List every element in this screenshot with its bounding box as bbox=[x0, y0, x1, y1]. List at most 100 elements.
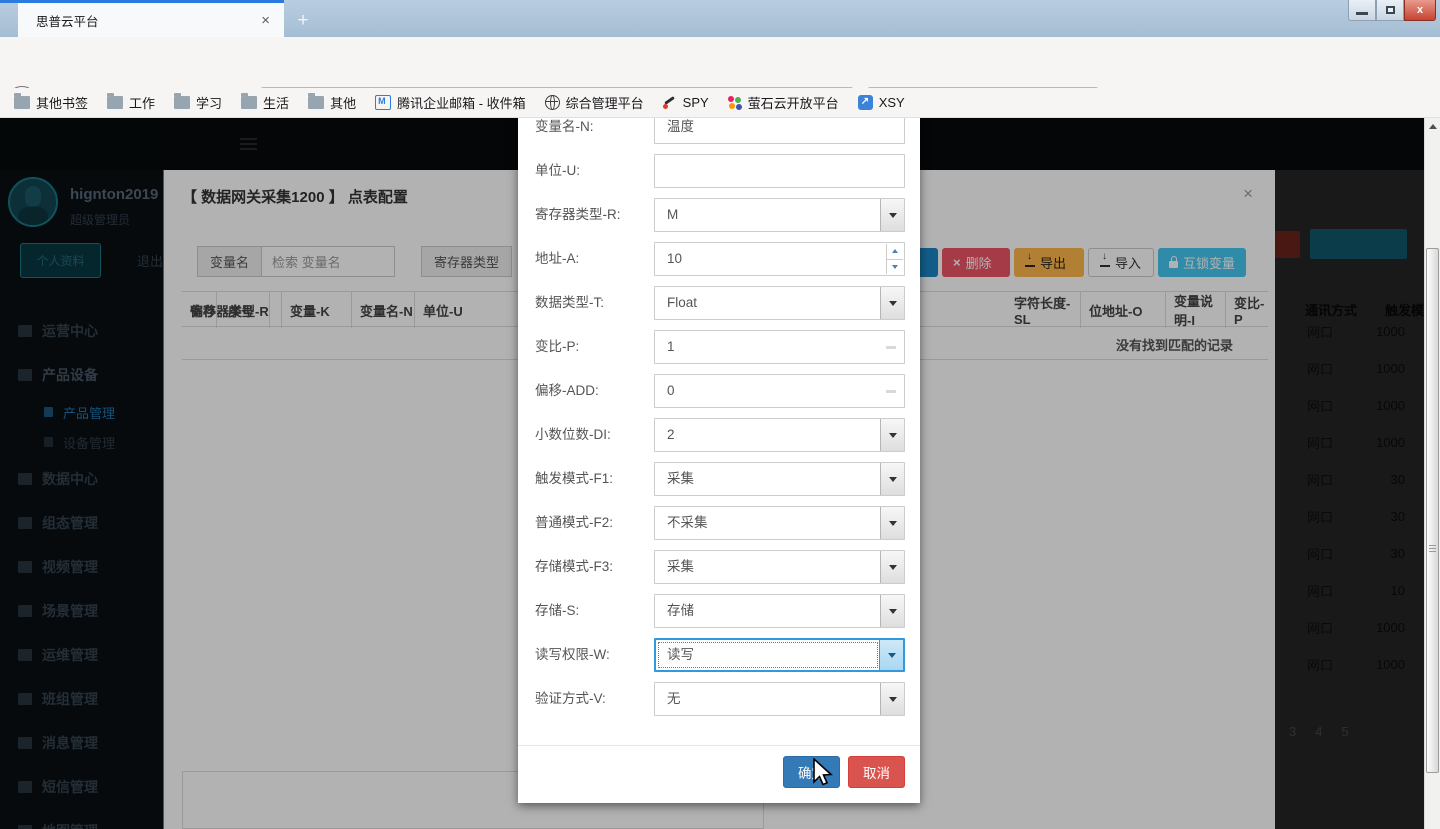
bookmark-item[interactable]: 其他 bbox=[308, 93, 356, 112]
dropdown-arrow-button[interactable] bbox=[880, 199, 904, 231]
menu-item-label: 短信管理 bbox=[42, 777, 98, 797]
dropdown-arrow-button[interactable] bbox=[880, 683, 904, 715]
dropdown-arrow-button[interactable] bbox=[880, 551, 904, 583]
table-row[interactable]: 网口 1000 bbox=[1275, 609, 1424, 646]
form-field-row: 触发模式-F1: 采集 bbox=[535, 462, 905, 496]
dropdown-arrow-button[interactable] bbox=[880, 463, 904, 495]
table-row[interactable]: 网口 30 bbox=[1275, 535, 1424, 572]
close-button[interactable]: x bbox=[1404, 0, 1436, 21]
bookmark-item[interactable]: 学习 bbox=[174, 93, 222, 112]
sidebar-logo-area bbox=[0, 118, 163, 170]
table-row[interactable]: 网口 10 bbox=[1275, 572, 1424, 609]
form-field-row: 数据类型-T: Float bbox=[535, 286, 905, 320]
bookmark-label: 萤石云开放平台 bbox=[748, 93, 839, 112]
pagination-page[interactable]: 4 bbox=[1315, 724, 1322, 739]
table-row[interactable]: 网口 1000 bbox=[1275, 350, 1424, 387]
field-control[interactable]: 不采集 bbox=[654, 506, 905, 540]
field-control[interactable]: 无 bbox=[654, 682, 905, 716]
sidebar-menu-item[interactable]: 组态管理 bbox=[0, 501, 163, 545]
bookmark-icon bbox=[174, 96, 190, 109]
sidebar-menu-item[interactable]: 地图管理 bbox=[0, 809, 163, 829]
table-row[interactable]: 网口 1000 bbox=[1275, 313, 1424, 350]
logout-button[interactable]: 退出 bbox=[137, 251, 163, 270]
field-control[interactable]: 10 bbox=[654, 242, 905, 276]
profile-button[interactable]: 个人资料 bbox=[20, 243, 101, 278]
bookmark-item[interactable]: 工作 bbox=[107, 93, 155, 112]
pagination-page[interactable]: 5 bbox=[1341, 724, 1348, 739]
dropdown-arrow-button[interactable] bbox=[880, 595, 904, 627]
table-row[interactable]: 网口 1000 bbox=[1275, 387, 1424, 424]
connection-type-cell: 网口 bbox=[1307, 396, 1347, 415]
menu-item-icon bbox=[44, 437, 53, 447]
sidebar-menu-item[interactable]: 设备管理 bbox=[0, 427, 163, 457]
bookmark-item[interactable]: 综合管理平台 bbox=[545, 93, 644, 112]
bookmark-label: 腾讯企业邮箱 - 收件箱 bbox=[397, 93, 526, 112]
field-control[interactable]: 温度 bbox=[654, 118, 905, 144]
field-control[interactable]: 1 bbox=[654, 330, 905, 364]
field-control[interactable] bbox=[654, 154, 905, 188]
field-control[interactable]: 存储 bbox=[654, 594, 905, 628]
field-label: 普通模式-F2: bbox=[535, 506, 654, 540]
device-delete-button-fragment[interactable] bbox=[1275, 231, 1300, 258]
dropdown-arrow-button[interactable] bbox=[880, 419, 904, 451]
bookmark-icon bbox=[858, 95, 873, 110]
cancel-button[interactable]: 取消 bbox=[848, 756, 905, 788]
table-row[interactable]: 网口 1000 bbox=[1275, 424, 1424, 461]
sidebar-menu-item[interactable]: 视频管理 bbox=[0, 545, 163, 589]
field-control[interactable]: 采集 bbox=[654, 462, 905, 496]
table-row[interactable]: 网口 30 bbox=[1275, 498, 1424, 535]
number-spinner[interactable] bbox=[886, 244, 903, 274]
field-control[interactable]: 采集 bbox=[654, 550, 905, 584]
trigger-value-cell: 10 bbox=[1347, 583, 1405, 598]
form-field-row: 单位-U: bbox=[535, 154, 905, 188]
bookmark-item[interactable]: 其他书签 bbox=[14, 93, 88, 112]
tab-close-icon[interactable]: × bbox=[257, 12, 274, 29]
table-row[interactable]: 网口 30 bbox=[1275, 461, 1424, 498]
field-control[interactable]: Float bbox=[654, 286, 905, 320]
bookmark-item[interactable]: 生活 bbox=[241, 93, 289, 112]
field-label: 数据类型-T: bbox=[535, 286, 654, 320]
bookmark-icon bbox=[545, 95, 560, 110]
bookmark-item[interactable]: SPY bbox=[663, 95, 709, 110]
sidebar-menu-item[interactable]: 消息管理 bbox=[0, 721, 163, 765]
bookmark-item[interactable]: 萤石云开放平台 bbox=[728, 93, 839, 112]
field-control[interactable]: 0 bbox=[654, 374, 905, 408]
field-control[interactable]: 读写 bbox=[654, 638, 905, 672]
browser-tab[interactable]: 思普云平台 × bbox=[18, 3, 284, 37]
sidebar-menu-item[interactable]: 产品设备 bbox=[0, 353, 163, 397]
sidebar-menu-item[interactable]: 数据中心 bbox=[0, 457, 163, 501]
page-scrollbar[interactable] bbox=[1424, 118, 1440, 829]
sidebar-menu-item[interactable]: 运营中心 bbox=[0, 309, 163, 353]
scrollbar-up-arrow[interactable] bbox=[1429, 124, 1437, 129]
dropdown-arrow-button[interactable] bbox=[880, 287, 904, 319]
field-value: 不采集 bbox=[667, 507, 708, 539]
sidebar-menu-item[interactable]: 产品管理 bbox=[0, 397, 163, 427]
minimize-button[interactable] bbox=[1348, 0, 1376, 21]
sidebar-menu-item[interactable]: 短信管理 bbox=[0, 765, 163, 809]
sidebar-menu-item[interactable]: 班组管理 bbox=[0, 677, 163, 721]
connection-type-cell: 网口 bbox=[1307, 433, 1347, 452]
bookmark-label: 学习 bbox=[196, 93, 222, 112]
menu-item-label: 场景管理 bbox=[42, 601, 98, 621]
bookmark-item[interactable]: 腾讯企业邮箱 - 收件箱 bbox=[375, 93, 526, 112]
scrollbar-thumb[interactable] bbox=[1426, 248, 1439, 773]
bookmark-item[interactable]: XSY bbox=[858, 95, 905, 110]
table-row[interactable]: 网口 1000 bbox=[1275, 646, 1424, 683]
field-control[interactable]: 2 bbox=[654, 418, 905, 452]
variable-edit-dialog: 变量名-N: 温度 单位-U: bbox=[518, 118, 920, 803]
sidebar-menu-item[interactable]: 运维管理 bbox=[0, 633, 163, 677]
field-control[interactable]: M bbox=[654, 198, 905, 232]
menu-item-label: 产品设备 bbox=[42, 365, 98, 385]
menu-item-icon bbox=[18, 517, 32, 529]
new-tab-button[interactable]: + bbox=[288, 8, 318, 34]
dropdown-arrow-button[interactable] bbox=[880, 507, 904, 539]
device-teal-button-fragment[interactable] bbox=[1310, 229, 1407, 259]
menu-item-icon bbox=[18, 473, 32, 485]
dropdown-arrow-button[interactable] bbox=[879, 640, 903, 670]
pagination-page[interactable]: 3 bbox=[1289, 724, 1296, 739]
bookmark-label: 其他书签 bbox=[36, 93, 88, 112]
avatar[interactable] bbox=[8, 177, 58, 227]
sidebar-menu-item[interactable]: 场景管理 bbox=[0, 589, 163, 633]
restore-button[interactable] bbox=[1376, 0, 1404, 21]
menu-item-label: 运维管理 bbox=[42, 645, 98, 665]
